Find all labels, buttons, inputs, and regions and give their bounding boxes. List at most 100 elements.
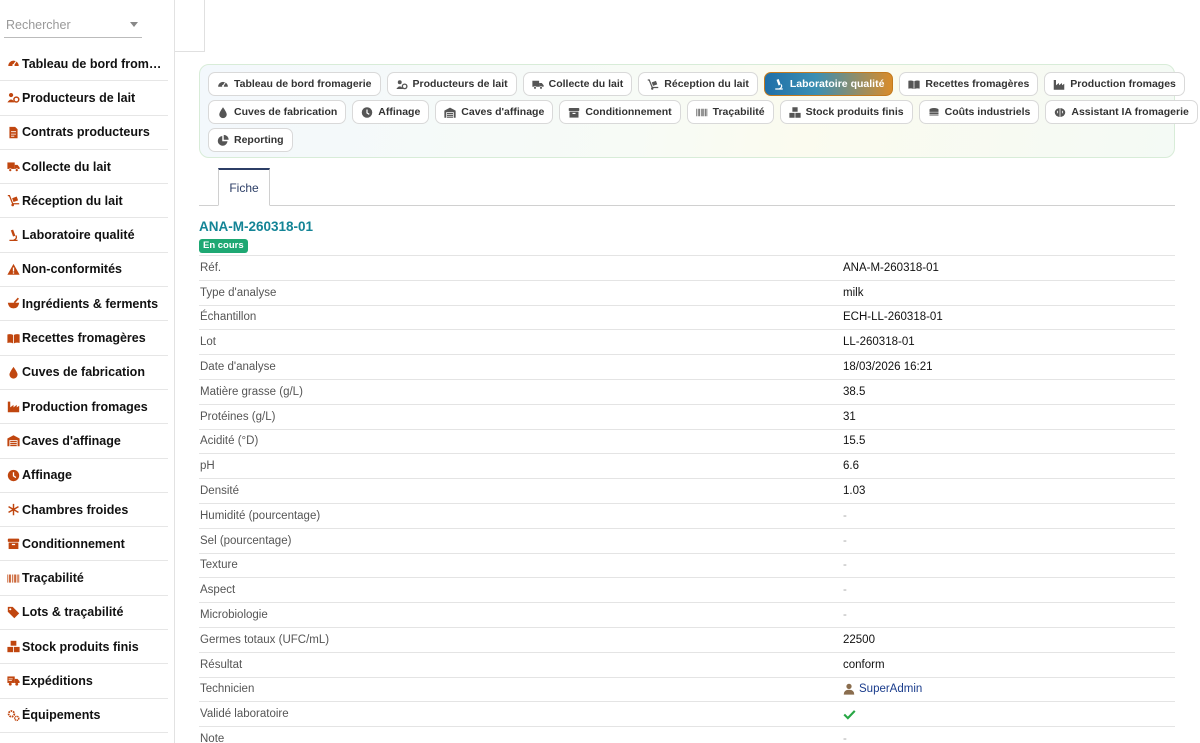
- module-chip-active[interactable]: Laboratoire qualité: [763, 72, 894, 96]
- module-chip-label: Coûts industriels: [944, 106, 1031, 118]
- field-label: Humidité (pourcentage): [200, 509, 321, 522]
- search-box[interactable]: [4, 12, 142, 38]
- field-value: LL-260318-01: [843, 336, 915, 349]
- sidebar-item-5[interactable]: Laboratoire qualité: [0, 218, 168, 253]
- sidebar-item-11[interactable]: Caves d'affinage: [0, 424, 168, 459]
- module-chip[interactable]: Recettes fromagères: [899, 72, 1039, 96]
- field-value: -: [843, 733, 847, 743]
- field-label: Note: [200, 733, 225, 743]
- field-row: Échantillon ECH-LL-260318-01: [199, 304, 1175, 330]
- snowflake-icon: [5, 503, 21, 517]
- field-row: Sel (pourcentage) -: [199, 527, 1175, 553]
- sidebar-item-label: Collecte du lait: [22, 159, 111, 174]
- field-value: ECH-LL-260318-01: [843, 311, 943, 324]
- microscope-icon: [5, 228, 21, 242]
- sidebar-item-12[interactable]: Affinage: [0, 459, 168, 493]
- module-chip-label: Recettes fromagères: [925, 78, 1030, 90]
- user-icon: [843, 683, 855, 696]
- sidebar-item-17[interactable]: Stock produits finis: [0, 630, 168, 665]
- sidebar-item-16[interactable]: Lots & traçabilité: [0, 596, 168, 631]
- sidebar-item-label: Stock produits finis: [22, 639, 139, 654]
- sidebar-item-2[interactable]: Contrats producteurs: [0, 116, 168, 150]
- microscope-icon: [773, 78, 785, 90]
- sidebar-item-14[interactable]: Conditionnement: [0, 527, 168, 562]
- field-value: -: [843, 609, 847, 622]
- module-chip[interactable]: Production fromages: [1044, 72, 1185, 96]
- sidebar-item-label: Producteurs de lait: [22, 90, 136, 105]
- sidebar-item-label: Non-conformités: [22, 262, 122, 277]
- users-cog-icon: [395, 78, 408, 90]
- technician-link[interactable]: SuperAdmin: [843, 683, 922, 695]
- coins-icon: [928, 106, 940, 118]
- module-chip-label: Laboratoire qualité: [789, 78, 885, 90]
- field-value: 38.5: [843, 385, 866, 398]
- sidebar-item-15[interactable]: Traçabilité: [0, 561, 168, 596]
- boxes-icon: [5, 640, 21, 654]
- chevron-down-icon[interactable]: [130, 22, 138, 27]
- users-cog-icon: [5, 91, 21, 105]
- status-badge: En cours: [199, 239, 248, 253]
- field-row: Germes totaux (UFC/mL) 22500: [199, 626, 1175, 652]
- sidebar-item-8[interactable]: Recettes fromagères: [0, 321, 168, 356]
- module-chip[interactable]: Producteurs de lait: [386, 72, 517, 96]
- tags-icon: [5, 605, 21, 619]
- sidebar-item-13[interactable]: Chambres froides: [0, 493, 168, 528]
- module-chip[interactable]: Traçabilité: [686, 100, 774, 124]
- module-row: Tableau de bord fromagerie Producteurs de…: [208, 71, 1185, 99]
- module-chip-label: Conditionnement: [585, 106, 672, 118]
- book-open-icon: [5, 331, 21, 345]
- box-icon: [568, 106, 580, 118]
- field-value: 18/03/2026 16:21: [843, 361, 933, 374]
- field-label: Réf.: [200, 261, 222, 274]
- field-row: Validé laboratoire: [199, 701, 1175, 726]
- boxes-icon: [788, 106, 801, 118]
- sidebar-item-19[interactable]: Équipements: [0, 699, 168, 733]
- field-label: Matière grasse (g/L): [200, 385, 303, 398]
- tab-fiche[interactable]: Fiche: [218, 168, 270, 206]
- sidebar-item-3[interactable]: Collecte du lait: [0, 150, 168, 185]
- field-row: Acidité (°D) 15.5: [199, 428, 1175, 454]
- module-chip-label: Tableau de bord fromagerie: [234, 78, 372, 90]
- sidebar-item-1[interactable]: Producteurs de lait: [0, 81, 168, 116]
- field-row: Technicien SuperAdmin: [199, 676, 1175, 702]
- module-chip[interactable]: Reporting: [208, 128, 293, 152]
- module-chip-label: Affinage: [378, 106, 421, 118]
- module-chip[interactable]: Stock produits finis: [779, 100, 913, 124]
- module-chip[interactable]: Conditionnement: [559, 100, 681, 124]
- module-chip[interactable]: Cuves de fabrication: [208, 100, 347, 124]
- module-chip-label: Traçabilité: [712, 106, 765, 118]
- sidebar-item-9[interactable]: Cuves de fabrication: [0, 356, 168, 390]
- module-chip[interactable]: Coûts industriels: [918, 100, 1040, 124]
- sidebar-item-6[interactable]: Non-conformités: [0, 253, 168, 288]
- technician-name[interactable]: SuperAdmin: [859, 683, 922, 695]
- module-chip-label: Réception du lait: [664, 78, 749, 90]
- sidebar-item-10[interactable]: Production fromages: [0, 390, 168, 425]
- module-chip[interactable]: Tableau de bord fromagerie: [208, 72, 381, 96]
- module-chip[interactable]: Réception du lait: [638, 72, 758, 96]
- module-chip[interactable]: Affinage: [352, 100, 430, 124]
- field-row: Date d'analyse 18/03/2026 16:21: [199, 354, 1175, 379]
- warehouse-icon: [5, 434, 21, 448]
- search-input[interactable]: [4, 17, 119, 32]
- module-chip-label: Stock produits finis: [805, 106, 904, 118]
- module-chip-label: Reporting: [234, 134, 284, 146]
- module-chip[interactable]: Caves d'affinage: [435, 100, 554, 124]
- field-label: Type d'analyse: [200, 286, 277, 299]
- field-row: Réf. ANA-M-260318-01: [199, 255, 1175, 280]
- sidebar-item-4[interactable]: Réception du lait: [0, 184, 168, 219]
- sidebar-item-label: Laboratoire qualité: [22, 228, 135, 243]
- sidebar-item-label: Tableau de bord fromagerie: [22, 56, 167, 71]
- sidebar-item-7[interactable]: Ingrédients & ferments: [0, 287, 168, 322]
- dolly-icon: [5, 194, 21, 208]
- module-chip-label: Cuves de fabrication: [234, 106, 338, 118]
- sidebar-item-label: Conditionnement: [22, 536, 125, 551]
- module-chip[interactable]: Assistant IA fromagerie: [1045, 100, 1198, 124]
- sidebar-item-label: Lots & traçabilité: [22, 605, 124, 620]
- sidebar-item-18[interactable]: Expéditions: [0, 664, 168, 699]
- field-label: Protéines (g/L): [200, 410, 276, 423]
- sidebar-item-0[interactable]: Tableau de bord fromagerie: [0, 47, 168, 82]
- truck-icon: [5, 160, 21, 174]
- clock-icon: [5, 468, 21, 482]
- tab-bar: Fiche: [199, 168, 1175, 206]
- module-chip[interactable]: Collecte du lait: [522, 72, 633, 96]
